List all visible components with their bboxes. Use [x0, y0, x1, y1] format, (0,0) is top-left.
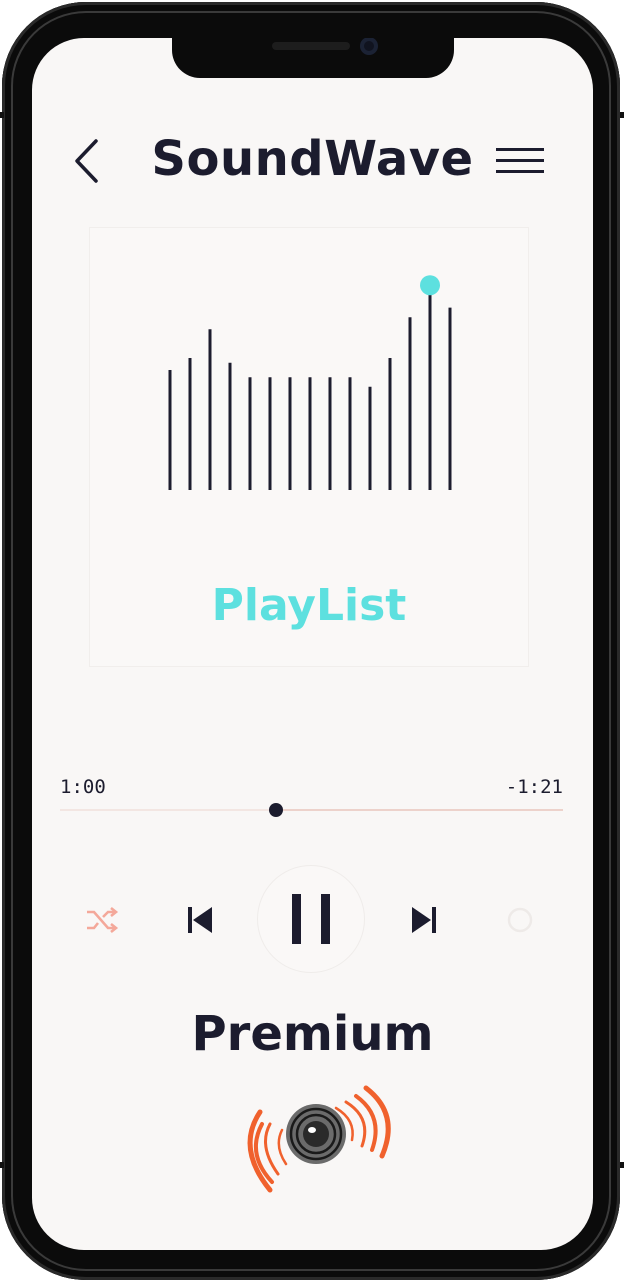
skip-previous-icon	[188, 907, 212, 933]
chevron-left-icon	[75, 139, 98, 183]
remaining-time: -1:21	[505, 776, 563, 798]
repeat-icon	[507, 907, 533, 933]
menu-button[interactable]	[492, 144, 548, 180]
app-title: SoundWave	[151, 131, 474, 187]
app-header: SoundWave	[32, 124, 593, 194]
pause-icon	[292, 894, 330, 944]
audio-visualizer	[168, 275, 452, 490]
hamburger-menu-icon	[496, 170, 544, 173]
shuffle-icon	[87, 906, 119, 934]
front-camera	[360, 38, 378, 55]
progress-played	[60, 809, 277, 811]
playback-controls	[32, 864, 593, 974]
back-button[interactable]	[68, 138, 108, 184]
side-button	[620, 1162, 624, 1168]
side-button	[0, 1162, 4, 1168]
playlist-link[interactable]: PlayList	[90, 580, 528, 631]
soundwave-logo-icon	[247, 1085, 391, 1193]
previous-button[interactable]	[182, 902, 218, 938]
side-button	[620, 112, 624, 118]
playlist-card[interactable]: PlayList	[90, 228, 528, 666]
hamburger-menu-icon	[496, 159, 544, 162]
premium-label: Premium	[191, 1006, 434, 1062]
progress-thumb[interactable]	[269, 803, 284, 817]
side-button	[0, 112, 4, 118]
hamburger-menu-icon	[496, 148, 544, 151]
app-screen: SoundWave PlayList 1:00 -1:21 Premium	[32, 38, 593, 1250]
next-button[interactable]	[406, 902, 442, 938]
shuffle-button[interactable]	[84, 902, 120, 938]
speaker-grille	[272, 42, 350, 50]
skip-next-icon	[412, 907, 436, 933]
repeat-button[interactable]	[502, 902, 538, 938]
notch	[172, 38, 454, 78]
progress-slider[interactable]	[60, 798, 563, 822]
visualizer-peak-marker	[420, 275, 440, 296]
elapsed-time: 1:00	[60, 776, 106, 798]
pause-button[interactable]	[258, 866, 364, 972]
device: SoundWave PlayList 1:00 -1:21 Premium	[0, 0, 624, 1284]
